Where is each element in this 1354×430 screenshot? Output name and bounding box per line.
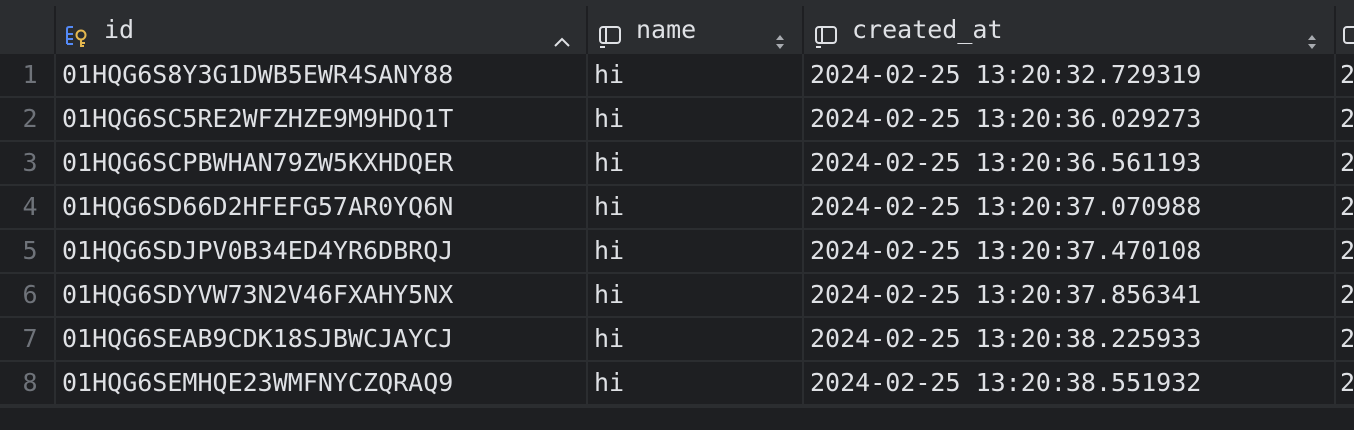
cell-next-column[interactable]: 2 xyxy=(1336,186,1354,228)
column-icon xyxy=(812,18,840,48)
table-row[interactable]: 6 01HQG6SDYVW73N2V46FXAHY5NX hi 2024-02-… xyxy=(0,274,1354,318)
cell-created-at[interactable]: 2024-02-25 13:20:32.729319 xyxy=(804,54,1336,96)
table-row[interactable]: 8 01HQG6SEMHQE23WMFNYCZQRAQ9 hi 2024-02-… xyxy=(0,362,1354,406)
cell-id[interactable]: 01HQG6SDYVW73N2V46FXAHY5NX xyxy=(56,274,588,316)
column-header-label: id xyxy=(104,15,135,44)
cell-created-at[interactable]: 2024-02-25 13:20:36.561193 xyxy=(804,142,1336,184)
column-header-label: name xyxy=(636,15,697,44)
grid-bottom-border xyxy=(0,406,1354,430)
cell-id[interactable]: 01HQG6SDJPV0B34ED4YR6DBRQJ xyxy=(56,230,588,272)
cell-created-at[interactable]: 2024-02-25 13:20:36.029273 xyxy=(804,98,1336,140)
column-icon xyxy=(596,18,624,48)
column-header-next[interactable] xyxy=(1336,6,1354,54)
column-header-id[interactable]: id xyxy=(56,6,588,54)
table-row[interactable]: 3 01HQG6SCPBWHAN79ZW5KXHDQER hi 2024-02-… xyxy=(0,142,1354,186)
cell-name[interactable]: hi xyxy=(588,54,804,96)
sort-toggle-icon[interactable] xyxy=(770,20,790,49)
cell-created-at[interactable]: 2024-02-25 13:20:37.070988 xyxy=(804,186,1336,228)
cell-next-column[interactable]: 2 xyxy=(1336,274,1354,316)
cell-next-column[interactable]: 2 xyxy=(1336,142,1354,184)
cell-next-column[interactable]: 2 xyxy=(1336,318,1354,360)
cell-next-column[interactable]: 2 xyxy=(1336,230,1354,272)
row-number[interactable]: 4 xyxy=(6,186,56,228)
cell-next-column[interactable]: 2 xyxy=(1336,54,1354,96)
table-row[interactable]: 5 01HQG6SDJPV0B34ED4YR6DBRQJ hi 2024-02-… xyxy=(0,230,1354,274)
primary-key-column-icon xyxy=(64,18,92,47)
cell-created-at[interactable]: 2024-02-25 13:20:37.856341 xyxy=(804,274,1336,316)
column-icon xyxy=(1340,18,1354,44)
row-number[interactable]: 2 xyxy=(6,98,56,140)
cell-created-at[interactable]: 2024-02-25 13:20:38.225933 xyxy=(804,318,1336,360)
row-number[interactable]: 8 xyxy=(6,362,56,404)
cell-id[interactable]: 01HQG6S8Y3G1DWB5EWR4SANY88 xyxy=(56,54,588,96)
cell-id[interactable]: 01HQG6SD66D2HFEFG57AR0YQ6N xyxy=(56,186,588,228)
cell-next-column[interactable]: 2 xyxy=(1336,98,1354,140)
cell-name[interactable]: hi xyxy=(588,142,804,184)
table-row[interactable]: 4 01HQG6SD66D2HFEFG57AR0YQ6N hi 2024-02-… xyxy=(0,186,1354,230)
row-number[interactable]: 1 xyxy=(6,54,56,96)
cell-created-at[interactable]: 2024-02-25 13:20:38.551932 xyxy=(804,362,1336,404)
cell-id[interactable]: 01HQG6SEAB9CDK18SJBWCJAYCJ xyxy=(56,318,588,360)
sort-ascending-icon[interactable] xyxy=(552,20,572,47)
cell-name[interactable]: hi xyxy=(588,274,804,316)
table-row[interactable]: 1 01HQG6S8Y3G1DWB5EWR4SANY88 hi 2024-02-… xyxy=(0,54,1354,98)
results-grid: id name created_at 1 01HQG6S8Y3G1DWB5EWR… xyxy=(0,0,1354,430)
cell-name[interactable]: hi xyxy=(588,318,804,360)
table-row[interactable]: 2 01HQG6SC5RE2WFZHZE9M9HDQ1T hi 2024-02-… xyxy=(0,98,1354,142)
row-number[interactable]: 7 xyxy=(6,318,56,360)
column-header-label: created_at xyxy=(852,15,1003,44)
cell-next-column[interactable]: 2 xyxy=(1336,362,1354,404)
row-number-header[interactable] xyxy=(6,6,56,54)
sort-toggle-icon[interactable] xyxy=(1302,20,1322,49)
cell-id[interactable]: 01HQG6SEMHQE23WMFNYCZQRAQ9 xyxy=(56,362,588,404)
table-row[interactable]: 7 01HQG6SEAB9CDK18SJBWCJAYCJ hi 2024-02-… xyxy=(0,318,1354,362)
cell-name[interactable]: hi xyxy=(588,98,804,140)
cell-id[interactable]: 01HQG6SC5RE2WFZHZE9M9HDQ1T xyxy=(56,98,588,140)
row-number[interactable]: 6 xyxy=(6,274,56,316)
grid-header: id name created_at xyxy=(0,6,1354,54)
column-header-created-at[interactable]: created_at xyxy=(804,6,1336,54)
cell-name[interactable]: hi xyxy=(588,230,804,272)
cell-id[interactable]: 01HQG6SCPBWHAN79ZW5KXHDQER xyxy=(56,142,588,184)
column-header-name[interactable]: name xyxy=(588,6,804,54)
cell-name[interactable]: hi xyxy=(588,362,804,404)
row-number[interactable]: 3 xyxy=(6,142,56,184)
cell-name[interactable]: hi xyxy=(588,186,804,228)
cell-created-at[interactable]: 2024-02-25 13:20:37.470108 xyxy=(804,230,1336,272)
row-number[interactable]: 5 xyxy=(6,230,56,272)
